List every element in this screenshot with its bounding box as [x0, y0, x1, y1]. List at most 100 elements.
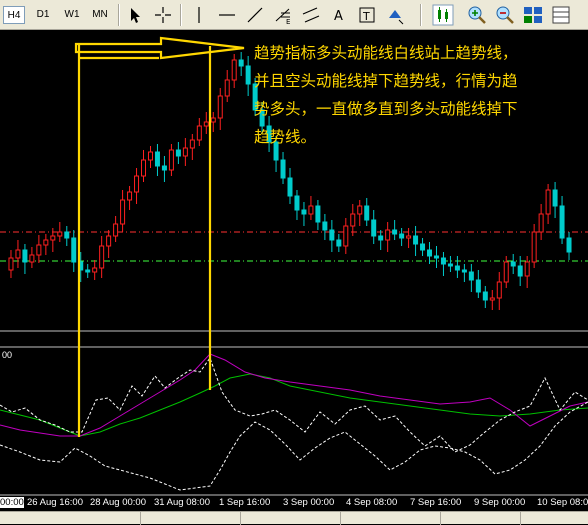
timeframe-mn-button[interactable]: MN [88, 6, 112, 24]
candle-body [113, 223, 119, 237]
candle-body [141, 159, 147, 177]
candle-body [566, 237, 572, 253]
candle-body [503, 261, 509, 283]
candle-body [475, 279, 481, 293]
candle-body [15, 249, 21, 259]
candle-body [168, 149, 174, 171]
status-bar [0, 511, 588, 525]
candle-body [357, 205, 363, 215]
time-label: 26 Aug 16:00 [27, 497, 83, 508]
arrows-icon[interactable] [384, 4, 406, 26]
candle-body [308, 205, 314, 215]
candle-body [154, 151, 160, 167]
candle-body [189, 139, 195, 149]
time-label: 9 Sep 00:00 [474, 497, 526, 508]
candle-body [196, 125, 202, 141]
horizontal-line-icon[interactable] [216, 4, 238, 26]
candle-body [245, 65, 251, 85]
vertical-line-icon[interactable] [188, 4, 210, 26]
status-cell [340, 512, 341, 525]
chart-grid-icon[interactable] [550, 4, 572, 26]
text-label-icon[interactable]: T [356, 4, 378, 26]
candle-body [71, 237, 77, 263]
candle-body [120, 199, 126, 225]
candle-body [92, 267, 98, 273]
candle-body [350, 213, 356, 227]
candle-body [552, 189, 558, 207]
timeframe-d1-button[interactable]: D1 [32, 6, 54, 24]
candle-body [161, 165, 167, 171]
candle-body [399, 233, 405, 239]
candle-body [496, 281, 502, 299]
svg-text:T: T [362, 10, 370, 23]
time-label: 28 Aug 00:00 [90, 497, 146, 508]
candle-body [461, 269, 467, 273]
candle-body [406, 235, 412, 239]
candle-body [301, 209, 307, 215]
toolbar-separator [420, 4, 422, 26]
candle-body [454, 265, 460, 271]
candle-body [238, 59, 244, 67]
time-label: 3 Sep 00:00 [283, 497, 335, 508]
candle-body [433, 255, 439, 259]
candle-body [147, 151, 153, 161]
candle-body [175, 149, 181, 157]
candle-body [440, 257, 446, 265]
status-cell [520, 512, 521, 525]
candle-body [217, 95, 223, 119]
candle-body [64, 231, 70, 239]
chart-toolbar: H4 D1 W1 MN E A T [0, 0, 588, 30]
candle-body [22, 249, 28, 263]
candle-body [280, 159, 286, 179]
candle-body [531, 231, 537, 263]
candle-body [378, 235, 384, 241]
candle-body [315, 205, 321, 223]
candle-body [364, 205, 370, 221]
equidistant-channel-icon[interactable] [300, 4, 322, 26]
fibonacci-icon[interactable]: E [272, 4, 294, 26]
candle-body [36, 244, 42, 256]
trend-line-icon[interactable] [244, 4, 266, 26]
zoom-in-icon[interactable] [466, 4, 488, 26]
candle-body [482, 291, 488, 301]
candle-body [329, 229, 335, 241]
candle-body [322, 221, 328, 231]
candle-body [57, 231, 63, 237]
timeframe-w1-button[interactable]: W1 [60, 6, 84, 24]
candle-body [427, 249, 433, 257]
status-cell [440, 512, 441, 525]
candle-body [203, 121, 209, 127]
time-label: 4 Sep 08:00 [346, 497, 398, 508]
time-label: 7 Sep 16:00 [410, 497, 462, 508]
tile-windows-icon[interactable] [522, 4, 544, 26]
candle-body [287, 177, 293, 197]
cursor-arrow-icon[interactable] [124, 4, 146, 26]
candle-body [85, 269, 91, 273]
candle-body [99, 245, 105, 269]
crosshair-icon[interactable] [152, 4, 174, 26]
candle-body [8, 257, 14, 271]
candle-body [224, 79, 230, 97]
zoom-out-icon[interactable] [494, 4, 516, 26]
timeframe-h4-button[interactable]: H4 [3, 6, 25, 24]
candle-body [134, 175, 140, 193]
annotation-text: 趋势指标多头动能线白线站上趋势线，并且空头动能线掉下趋势线，行情为趋势多头，一直… [254, 44, 518, 146]
candle-body [231, 59, 237, 81]
candle-body [336, 239, 342, 247]
candle-body [371, 219, 377, 237]
candle-body [413, 235, 419, 245]
time-axis: 00:00 26 Aug 16:00 28 Aug 00:00 31 Aug 0… [0, 497, 588, 511]
candlestick-chart-icon[interactable] [432, 4, 454, 26]
time-label: 1 Sep 16:00 [219, 497, 271, 508]
text-icon[interactable]: A [328, 4, 350, 26]
candle-body [43, 239, 49, 246]
toolbar-separator [180, 4, 182, 26]
candle-body [392, 229, 398, 235]
candle-body [489, 297, 495, 301]
candle-body [127, 191, 133, 201]
candle-body [538, 213, 544, 233]
time-label: 31 Aug 08:00 [154, 497, 210, 508]
candle-body [50, 235, 56, 241]
time-label: 10 Sep 08:00 [537, 497, 588, 508]
candle-body [343, 225, 349, 247]
